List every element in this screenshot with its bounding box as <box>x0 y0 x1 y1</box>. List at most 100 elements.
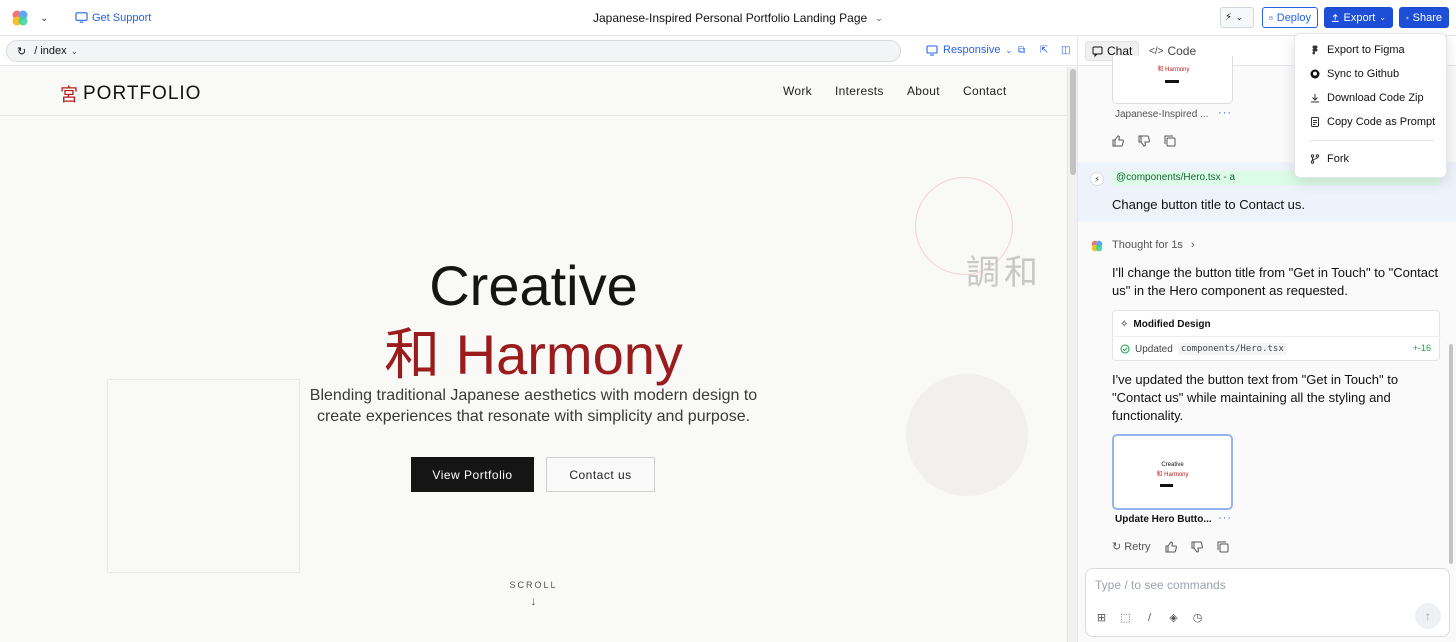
menu-item-fork[interactable]: Fork <box>1310 153 1349 165</box>
document-icon <box>1311 117 1319 127</box>
decorative-frame <box>107 379 300 573</box>
nav-link-interests[interactable]: Interests <box>835 84 884 98</box>
nav-link-about[interactable]: About <box>907 84 940 98</box>
decorative-circle-filled <box>906 374 1028 496</box>
site-preview: 宮 PORTFOLIO Work Interests About Contact… <box>0 67 1067 642</box>
export-button[interactable]: Export ⌄ <box>1324 7 1393 28</box>
chat-bubble-icon <box>1092 46 1103 57</box>
chat-input-box: ⊞ ⬚ / ◈ ◷ ↑ <box>1085 568 1450 637</box>
check-circle-icon <box>1120 344 1130 354</box>
chevron-down-icon: ⌄ <box>70 45 79 56</box>
version-caption[interactable]: Japanese-Inspired ... <box>1115 109 1208 120</box>
upload-icon <box>1331 13 1339 22</box>
globe-icon <box>1406 16 1409 19</box>
thumbs-down-icon[interactable] <box>1138 135 1150 147</box>
chat-scrollbar[interactable] <box>1447 66 1455 566</box>
site-header: 宮 PORTFOLIO Work Interests About Contact <box>0 67 1067 116</box>
more-options-icon[interactable]: ··· <box>1218 512 1232 524</box>
thumbs-down-icon[interactable] <box>1191 541 1203 553</box>
contact-us-button[interactable]: Contact us <box>546 457 655 492</box>
share-label: Share <box>1412 11 1442 24</box>
model-selector-button[interactable]: ⚡︎ ⌄ <box>1220 7 1254 28</box>
chevron-down-icon: ⌄ <box>1005 45 1013 55</box>
timer-icon[interactable]: ◷ <box>1191 611 1204 624</box>
route-path: / index <box>34 45 67 57</box>
version-thumbnail[interactable]: 和 Harmony <box>1112 56 1233 104</box>
scroll-label: SCROLL <box>509 580 558 590</box>
code-icon: </> <box>1149 45 1164 57</box>
deploy-label: Deploy <box>1276 11 1311 24</box>
copy-icon[interactable] <box>1164 135 1176 147</box>
monitor-icon <box>926 44 938 56</box>
chevron-down-icon[interactable]: ⌄ <box>40 13 48 24</box>
project-title: Japanese-Inspired Personal Portfolio Lan… <box>593 11 868 25</box>
project-title-dropdown[interactable]: Japanese-Inspired Personal Portfolio Lan… <box>593 11 883 25</box>
version-caption-current[interactable]: Update Hero Butto... <box>1115 514 1212 525</box>
thought-toggle[interactable]: Thought for 1s › <box>1112 239 1195 251</box>
modified-header: ✧ Modified Design <box>1120 319 1211 330</box>
deploy-button[interactable]: Deploy <box>1262 7 1318 28</box>
fork-icon <box>1310 154 1320 164</box>
modified-header-label: Modified Design <box>1133 319 1211 330</box>
thumbs-up-icon[interactable] <box>1165 540 1177 553</box>
assistant-message-1: I'll change the button title from "Get i… <box>1112 265 1439 298</box>
thumbnail-title-line2: 和 Harmony <box>1156 472 1189 478</box>
menu-item-download-zip[interactable]: Download Code Zip <box>1310 92 1424 104</box>
menu-item-sync-github[interactable]: Sync to Github <box>1310 68 1399 80</box>
scrollbar-thumb[interactable] <box>1449 344 1453 564</box>
image-icon[interactable]: ⊞ <box>1095 611 1108 624</box>
nav-link-contact[interactable]: Contact <box>963 84 1006 98</box>
chat-input[interactable] <box>1095 578 1435 592</box>
reaction-bar <box>1112 135 1176 147</box>
retry-icon: ↻ <box>1112 541 1122 553</box>
github-icon <box>1310 69 1320 79</box>
refresh-icon[interactable]: ↻ <box>17 45 26 58</box>
export-label: Export <box>1343 11 1376 24</box>
site-brand[interactable]: 宮 PORTFOLIO <box>60 81 201 107</box>
hero-subtitle: Blending traditional Japanese aesthetics… <box>309 387 758 425</box>
share-button[interactable]: Share <box>1399 7 1449 28</box>
send-button[interactable]: ↑ <box>1415 603 1441 629</box>
monitor-icon <box>75 12 88 23</box>
menu-item-export-figma[interactable]: Export to Figma <box>1310 44 1405 56</box>
user-message-text: Change button title to Contact us. <box>1112 197 1305 212</box>
select-area-icon[interactable]: ⬚ <box>1119 611 1132 624</box>
thumbnail-title-line1: Creative <box>1161 462 1184 468</box>
slash-command-icon[interactable]: / <box>1143 611 1156 624</box>
more-options-icon[interactable]: ··· <box>1218 107 1232 119</box>
reaction-bar: ↻ Retry <box>1112 540 1229 553</box>
open-external-icon[interactable]: ⇱ <box>1040 45 1052 57</box>
chevron-down-icon: ⌄ <box>875 12 883 23</box>
app-logo-icon[interactable] <box>11 9 29 27</box>
scrollbar-thumb[interactable] <box>1070 69 1076 175</box>
sparkle-icon: ✧ <box>1120 319 1129 330</box>
menu-item-label: Fork <box>1327 153 1349 165</box>
thumbnail-button <box>1160 484 1173 487</box>
chevron-down-icon: ⌄ <box>1379 13 1386 22</box>
figma-icon <box>1312 45 1318 55</box>
arrow-down-icon[interactable]: ↓ <box>0 594 1067 608</box>
copy-icon[interactable] <box>1217 541 1229 553</box>
divider <box>1309 140 1434 141</box>
split-view-icon[interactable]: ◫ <box>1061 45 1073 57</box>
lightning-icon: ⚡︎ <box>1090 172 1104 186</box>
view-portfolio-button[interactable]: View Portfolio <box>411 457 534 492</box>
version-thumbnail-current[interactable]: Creative 和 Harmony <box>1112 434 1233 510</box>
hero-title-line2: 和 Harmony <box>384 323 683 386</box>
modified-file: components/Hero.tsx <box>1177 343 1287 355</box>
thought-label: Thought for 1s <box>1112 239 1183 251</box>
viewport-selector[interactable]: Responsive ⌄ <box>926 44 1012 56</box>
component-icon[interactable]: ◈ <box>1167 611 1180 624</box>
thumbs-up-icon[interactable] <box>1112 135 1124 147</box>
preview-scrollbar[interactable] <box>1067 67 1077 642</box>
menu-item-copy-prompt[interactable]: Copy Code as Prompt <box>1310 116 1435 128</box>
thumbnail-button <box>1165 80 1179 83</box>
modified-design-card[interactable]: ✧ Modified Design Updated components/Her… <box>1112 310 1441 361</box>
route-selector[interactable]: ↻ / index ⌄ <box>6 40 901 62</box>
nav-link-work[interactable]: Work <box>783 84 812 98</box>
get-support-link[interactable]: Get Support <box>75 11 151 24</box>
figma-icon[interactable]: ⧉ <box>1018 45 1030 57</box>
chevron-down-icon: ⌄ <box>1236 13 1243 22</box>
retry-button[interactable]: ↻ Retry <box>1112 540 1151 554</box>
menu-item-label: Download Code Zip <box>1327 92 1424 104</box>
